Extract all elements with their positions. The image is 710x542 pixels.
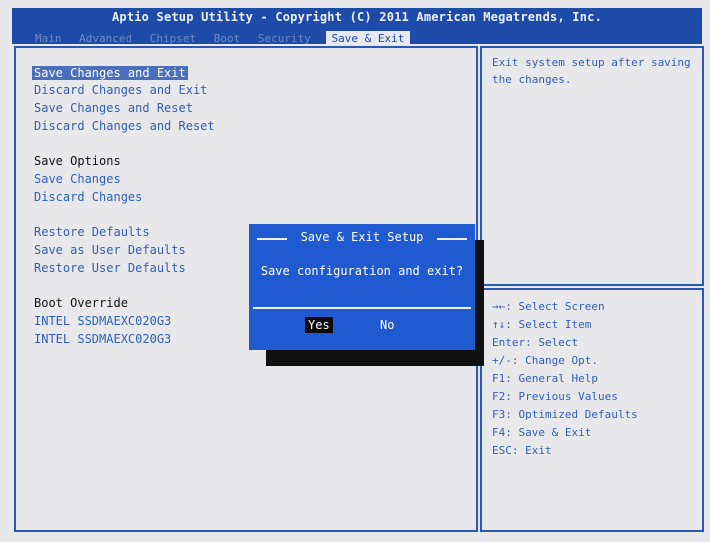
key-hint-select-screen: →←: Select Screen (492, 300, 605, 313)
help-panel: Exit system setup after saving the chang… (480, 46, 704, 286)
no-button[interactable]: No (377, 317, 397, 333)
key-hint-general-help: F1: General Help (492, 372, 598, 385)
key-hint-esc-exit: ESC: Exit (492, 444, 552, 457)
key-hint-select-item: ↑↓: Select Item (492, 318, 592, 331)
dialog-separator (253, 307, 471, 309)
dialog-title-text: Save & Exit Setup (296, 230, 428, 244)
tab-boot[interactable]: Boot (211, 31, 244, 46)
dialog-title: Save & Exit Setup (257, 230, 467, 244)
key-hint-optimized-defaults: F3: Optimized Defaults (492, 408, 638, 421)
key-legend-panel: →←: Select Screen ↑↓: Select Item Enter:… (480, 288, 704, 532)
menu-item-discard-changes[interactable]: Discard Changes (34, 190, 142, 204)
bios-header: Aptio Setup Utility - Copyright (C) 2011… (12, 8, 702, 46)
tab-advanced[interactable]: Advanced (76, 31, 135, 46)
tab-main[interactable]: Main (32, 31, 65, 46)
menu-item-save-as-user-defaults[interactable]: Save as User Defaults (34, 243, 186, 257)
yes-button[interactable]: Yes (305, 317, 333, 333)
section-heading-save-options: Save Options (34, 154, 121, 168)
key-hint-enter: Enter: Select (492, 336, 579, 349)
bios-title: Aptio Setup Utility - Copyright (C) 2011… (111, 10, 603, 24)
key-hint-change-opt: +/-: Change Opt. (492, 354, 598, 367)
tab-save-exit[interactable]: Save & Exit (325, 31, 411, 46)
menu-item-save-changes-and-exit[interactable]: Save Changes and Exit (32, 66, 188, 80)
menu-item-save-changes-and-reset[interactable]: Save Changes and Reset (34, 101, 193, 115)
menu-item-restore-user-defaults[interactable]: Restore User Defaults (34, 261, 186, 275)
menu-item-boot-device-1[interactable]: INTEL SSDMAEXC020G3 (34, 314, 171, 328)
save-exit-dialog: Save & Exit Setup Save configuration and… (249, 224, 475, 350)
menu-item-save-changes[interactable]: Save Changes (34, 172, 121, 186)
menu-item-boot-device-2[interactable]: INTEL SSDMAEXC020G3 (34, 332, 171, 346)
key-hint-save-exit: F4: Save & Exit (492, 426, 592, 439)
dialog-title-bar: Save & Exit Setup (257, 230, 467, 246)
menu-item-restore-defaults[interactable]: Restore Defaults (34, 225, 150, 239)
key-hint-previous-values: F2: Previous Values (492, 390, 618, 403)
menu-item-discard-changes-and-exit[interactable]: Discard Changes and Exit (34, 83, 207, 97)
dialog-message: Save configuration and exit? (260, 264, 464, 278)
tab-security[interactable]: Security (255, 31, 314, 46)
menu-item-discard-changes-and-reset[interactable]: Discard Changes and Reset (34, 119, 215, 133)
tab-chipset[interactable]: Chipset (147, 31, 199, 46)
bios-screen: Aptio Setup Utility - Copyright (C) 2011… (0, 0, 710, 542)
tab-bar: Main Advanced Chipset Boot Security Save… (32, 27, 412, 46)
section-heading-boot-override: Boot Override (34, 296, 128, 310)
help-description: Exit system setup after saving the chang… (492, 56, 691, 86)
